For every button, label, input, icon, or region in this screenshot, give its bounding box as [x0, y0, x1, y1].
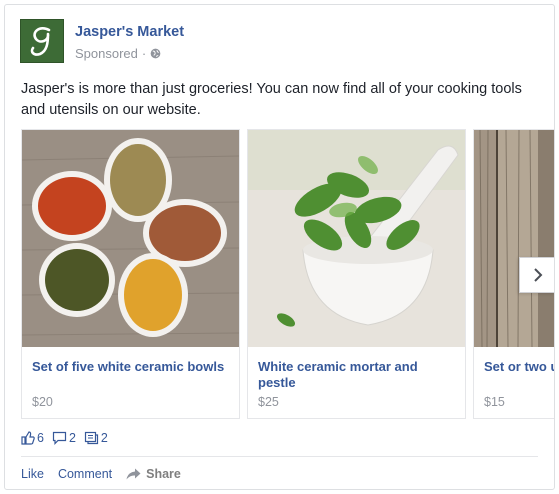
- likes-count[interactable]: 6: [21, 431, 44, 445]
- shares-count[interactable]: 2: [84, 431, 108, 445]
- like-button[interactable]: Like: [21, 467, 44, 481]
- carousel-next-button[interactable]: [519, 257, 554, 293]
- comments-value: 2: [68, 431, 76, 445]
- likes-value: 6: [37, 431, 44, 445]
- card-price: $15: [484, 395, 505, 409]
- sponsored-label[interactable]: Sponsored: [75, 46, 138, 61]
- wood-planks-image[interactable]: [474, 130, 554, 347]
- spices-bowls-image[interactable]: [22, 130, 239, 347]
- thumbs-up-icon: [21, 431, 35, 445]
- card-title[interactable]: Set of five white ceramic bowls: [32, 359, 232, 375]
- comments-count[interactable]: 2: [52, 431, 76, 445]
- page-avatar[interactable]: [20, 19, 64, 63]
- carousel-card[interactable]: White ceramic mortar and pestle $25: [247, 129, 466, 419]
- carousel-card[interactable]: Set of five white ceramic bowls $20: [21, 129, 240, 419]
- sponsored-post: Jasper's Market Sponsored · Jasper's is …: [4, 4, 555, 490]
- card-title[interactable]: White ceramic mortar and pestle: [258, 359, 458, 391]
- share-count-icon: [84, 431, 99, 445]
- card-price: $20: [32, 395, 53, 409]
- jasper-logo-icon: [30, 27, 51, 56]
- meta-separator: ·: [141, 46, 147, 61]
- share-arrow-icon: [126, 468, 141, 480]
- card-title[interactable]: Set or two utensils: [484, 359, 554, 375]
- product-carousel[interactable]: Set of five white ceramic bowls $20 Whit…: [21, 129, 554, 419]
- share-button[interactable]: Share: [126, 467, 181, 481]
- card-price: $25: [258, 395, 279, 409]
- page-name-link[interactable]: Jasper's Market: [75, 24, 184, 40]
- actions-divider: [21, 456, 538, 457]
- globe-icon[interactable]: [150, 48, 161, 59]
- share-label: Share: [146, 467, 181, 481]
- mortar-pestle-image[interactable]: [248, 130, 465, 347]
- comment-icon: [52, 431, 67, 445]
- shares-value: 2: [100, 431, 108, 445]
- post-actions: Like Comment Share: [21, 467, 195, 481]
- post-meta: Sponsored ·: [75, 46, 161, 61]
- engagement-stats: 6 2 2: [21, 431, 114, 445]
- chevron-right-icon: [533, 268, 542, 282]
- post-text: Jasper's is more than just groceries! Yo…: [21, 81, 522, 118]
- comment-button[interactable]: Comment: [58, 467, 112, 481]
